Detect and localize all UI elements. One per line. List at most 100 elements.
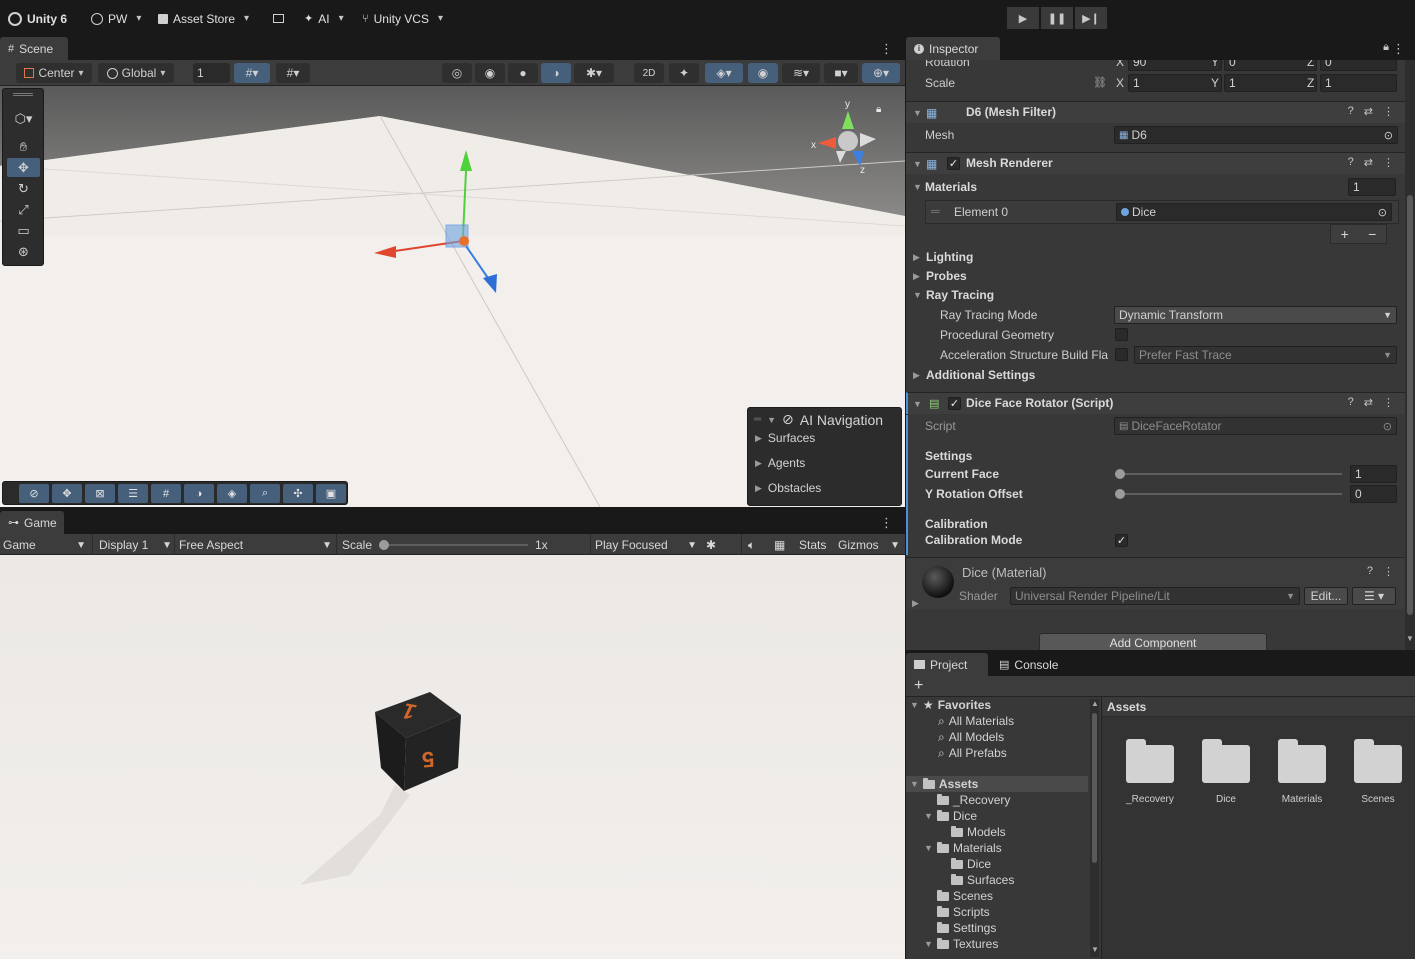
mesh-renderer-enabled-checkbox[interactable]: ✓ (947, 157, 960, 170)
lighting-toggle-button[interactable]: ✦ (669, 63, 699, 83)
reorder-handle-icon[interactable]: ═ (931, 204, 940, 218)
tree-folder-item[interactable]: Dice (938, 856, 991, 872)
mesh-filter-header[interactable]: ▼ ▦ D6 (Mesh Filter) ? ⇄ ⋮ (906, 101, 1406, 123)
tree-folder-item[interactable]: Settings (924, 920, 996, 936)
favorite-all-models[interactable]: ⌕ All Models (938, 729, 1004, 745)
2d-toggle-button[interactable]: 2D (634, 63, 664, 83)
tab-console[interactable]: ▤ Console (991, 653, 1081, 676)
object-picker-icon[interactable]: ⊙ (1384, 129, 1393, 142)
accel-build-dropdown[interactable]: Prefer Fast Trace ▼ (1134, 346, 1397, 364)
stats-button[interactable]: Stats (799, 537, 826, 553)
step-button[interactable]: ▶❙ (1075, 7, 1107, 29)
create-add-icon[interactable]: + (914, 677, 923, 695)
preset-icon[interactable]: ⇄ (1364, 156, 1373, 169)
scale-x-field[interactable]: 1 (1128, 74, 1222, 92)
scale-z-field[interactable]: 1 (1320, 74, 1397, 92)
current-face-slider-knob[interactable] (1115, 469, 1125, 479)
visibility-button[interactable]: ◉ (748, 63, 778, 83)
object-picker-icon[interactable]: ⊙ (1383, 420, 1392, 433)
draw-mode-lit-button[interactable]: ◑ (541, 63, 571, 83)
folder-icon[interactable] (1202, 739, 1250, 783)
scale-y-field[interactable]: 1 (1224, 74, 1317, 92)
camera-button[interactable]: ■▾ (824, 63, 858, 83)
more-icon[interactable]: ⋮ (1383, 156, 1394, 169)
y-rotation-offset-field[interactable]: 0 (1350, 485, 1397, 503)
tree-scroll-thumb[interactable] (1092, 713, 1097, 863)
element-0-field[interactable]: Dice ⊙ (1116, 203, 1392, 221)
debug-draw-button[interactable]: ✱▾ (574, 63, 614, 83)
scale-tool[interactable]: ⤢ (7, 200, 40, 219)
play-button[interactable]: ▶ (1007, 7, 1039, 29)
help-icon[interactable]: ? (1348, 396, 1354, 409)
scale-slider-knob[interactable] (379, 540, 389, 550)
materials-collapse-icon[interactable]: ▼ (913, 182, 922, 192)
inspector-scroll-thumb[interactable] (1407, 195, 1413, 615)
expand-icon[interactable]: ▶ (912, 598, 919, 609)
preset-icon[interactable]: ⇄ (1364, 396, 1373, 409)
tree-scrollbar[interactable]: ▲ ▼ (1090, 699, 1099, 957)
grid-toggle-button[interactable]: #▾ (276, 63, 310, 83)
shader-options-button[interactable]: ☰ ▾ (1352, 587, 1396, 605)
current-face-slider[interactable] (1116, 473, 1342, 475)
unity-menu[interactable]: Unity 6 (8, 10, 67, 27)
vcs-dropdown[interactable]: ⑂ Unity VCS (362, 10, 443, 27)
lock-icon[interactable]: 🔒︎ (876, 104, 881, 115)
more-icon[interactable]: ⋮ (1383, 396, 1394, 409)
keyboard-icon[interactable]: ▦ (774, 537, 785, 553)
scene-layers-button[interactable]: ≋▾ (782, 63, 820, 83)
play-mode-dropdown[interactable]: Play Focused ▼ (595, 537, 697, 553)
help-icon[interactable]: ? (1367, 565, 1373, 578)
script-field[interactable]: ▤ DiceFaceRotator ⊙ (1114, 417, 1397, 435)
more-icon[interactable]: ⋮ (1383, 105, 1394, 118)
draw-mode-wire-button[interactable]: ◎ (442, 63, 472, 83)
transform-tool[interactable]: ⊛ (7, 242, 40, 261)
game-mode-dropdown[interactable]: Game ▼ (3, 537, 88, 553)
tab-inspector[interactable]: i Inspector (906, 37, 1000, 60)
collider-tool-button[interactable]: ⊠ (85, 484, 115, 503)
rotation-x-field[interactable]: 90 (1128, 60, 1222, 71)
accel-build-checkbox[interactable] (1115, 348, 1128, 361)
layers-button[interactable]: ◈▾ (705, 63, 743, 83)
tab-scene[interactable]: # Scene (0, 37, 68, 60)
link-icon[interactable]: ⛓ (1093, 76, 1107, 89)
gizmos-button[interactable]: ⊕▾ (862, 63, 900, 83)
folder-icon[interactable] (1278, 739, 1326, 783)
mute-audio-icon[interactable]: 🔈︎ (748, 537, 755, 553)
ai-dropdown[interactable]: ✦ AI (304, 10, 344, 27)
account-dropdown[interactable]: PW (91, 10, 141, 27)
preset-icon[interactable]: ⇄ (1364, 105, 1373, 118)
scroll-up-icon[interactable]: ▲ (1091, 699, 1099, 708)
tree-folder-item[interactable]: _Recovery (924, 792, 1010, 808)
camera-tool-button[interactable]: ▣ (316, 484, 346, 503)
move-tool[interactable]: ✥ (7, 158, 40, 177)
ai-nav-header[interactable]: ═ ▼ ⊘ AI Navigation (754, 411, 883, 428)
mesh-renderer-header[interactable]: ▼ ▦ ✓ Mesh Renderer ? ⇄ ⋮ (906, 152, 1406, 174)
tree-folder-item[interactable]: Surfaces (938, 872, 1014, 888)
grid-snap-button[interactable]: #▾ (234, 63, 270, 83)
search-tool-button[interactable]: ⌕ (250, 484, 280, 503)
inspector-scrollbar[interactable]: ▼ (1405, 60, 1415, 650)
asset-store-dropdown[interactable]: Asset Store (158, 10, 249, 27)
help-icon[interactable]: ? (1348, 105, 1354, 118)
display-dropdown[interactable]: Display 1 ▼ (99, 537, 172, 553)
draw-mode-shaded-wire-button[interactable]: ◉ (475, 63, 505, 83)
grid-tool-button[interactable]: # (151, 484, 181, 503)
rotation-y-field[interactable]: 0 (1224, 60, 1317, 71)
script-component-header[interactable]: ▼ ▤ ✓ Dice Face Rotator (Script) ? ⇄ ⋮ (906, 392, 1406, 414)
additional-settings-foldout[interactable]: Additional Settings (926, 368, 1035, 382)
asset-folder-label[interactable]: Scenes (1343, 794, 1413, 805)
ai-nav-agents[interactable]: ▶ Agents (755, 456, 805, 470)
folder-icon[interactable] (1354, 739, 1402, 783)
ray-tracing-foldout[interactable]: Ray Tracing (926, 288, 994, 302)
add-icon[interactable]: + (1341, 226, 1349, 242)
scroll-down-icon[interactable]: ▼ (1091, 945, 1099, 954)
collapse-icon[interactable]: ▼ (924, 939, 933, 949)
view-mode-dropdown[interactable]: ⬡▾ (7, 109, 40, 128)
collapse-icon[interactable]: ▼ (924, 811, 933, 821)
more-menu-icon[interactable]: ⋮ (880, 515, 893, 531)
current-face-field[interactable]: 1 (1350, 465, 1397, 483)
asset-folder-label[interactable]: Dice (1191, 794, 1261, 805)
tree-folder-item[interactable]: Scripts (924, 904, 990, 920)
ai-nav-surfaces[interactable]: ▶ Surfaces (755, 431, 815, 445)
tree-folder-item[interactable]: ▼ Materials (924, 840, 1002, 856)
